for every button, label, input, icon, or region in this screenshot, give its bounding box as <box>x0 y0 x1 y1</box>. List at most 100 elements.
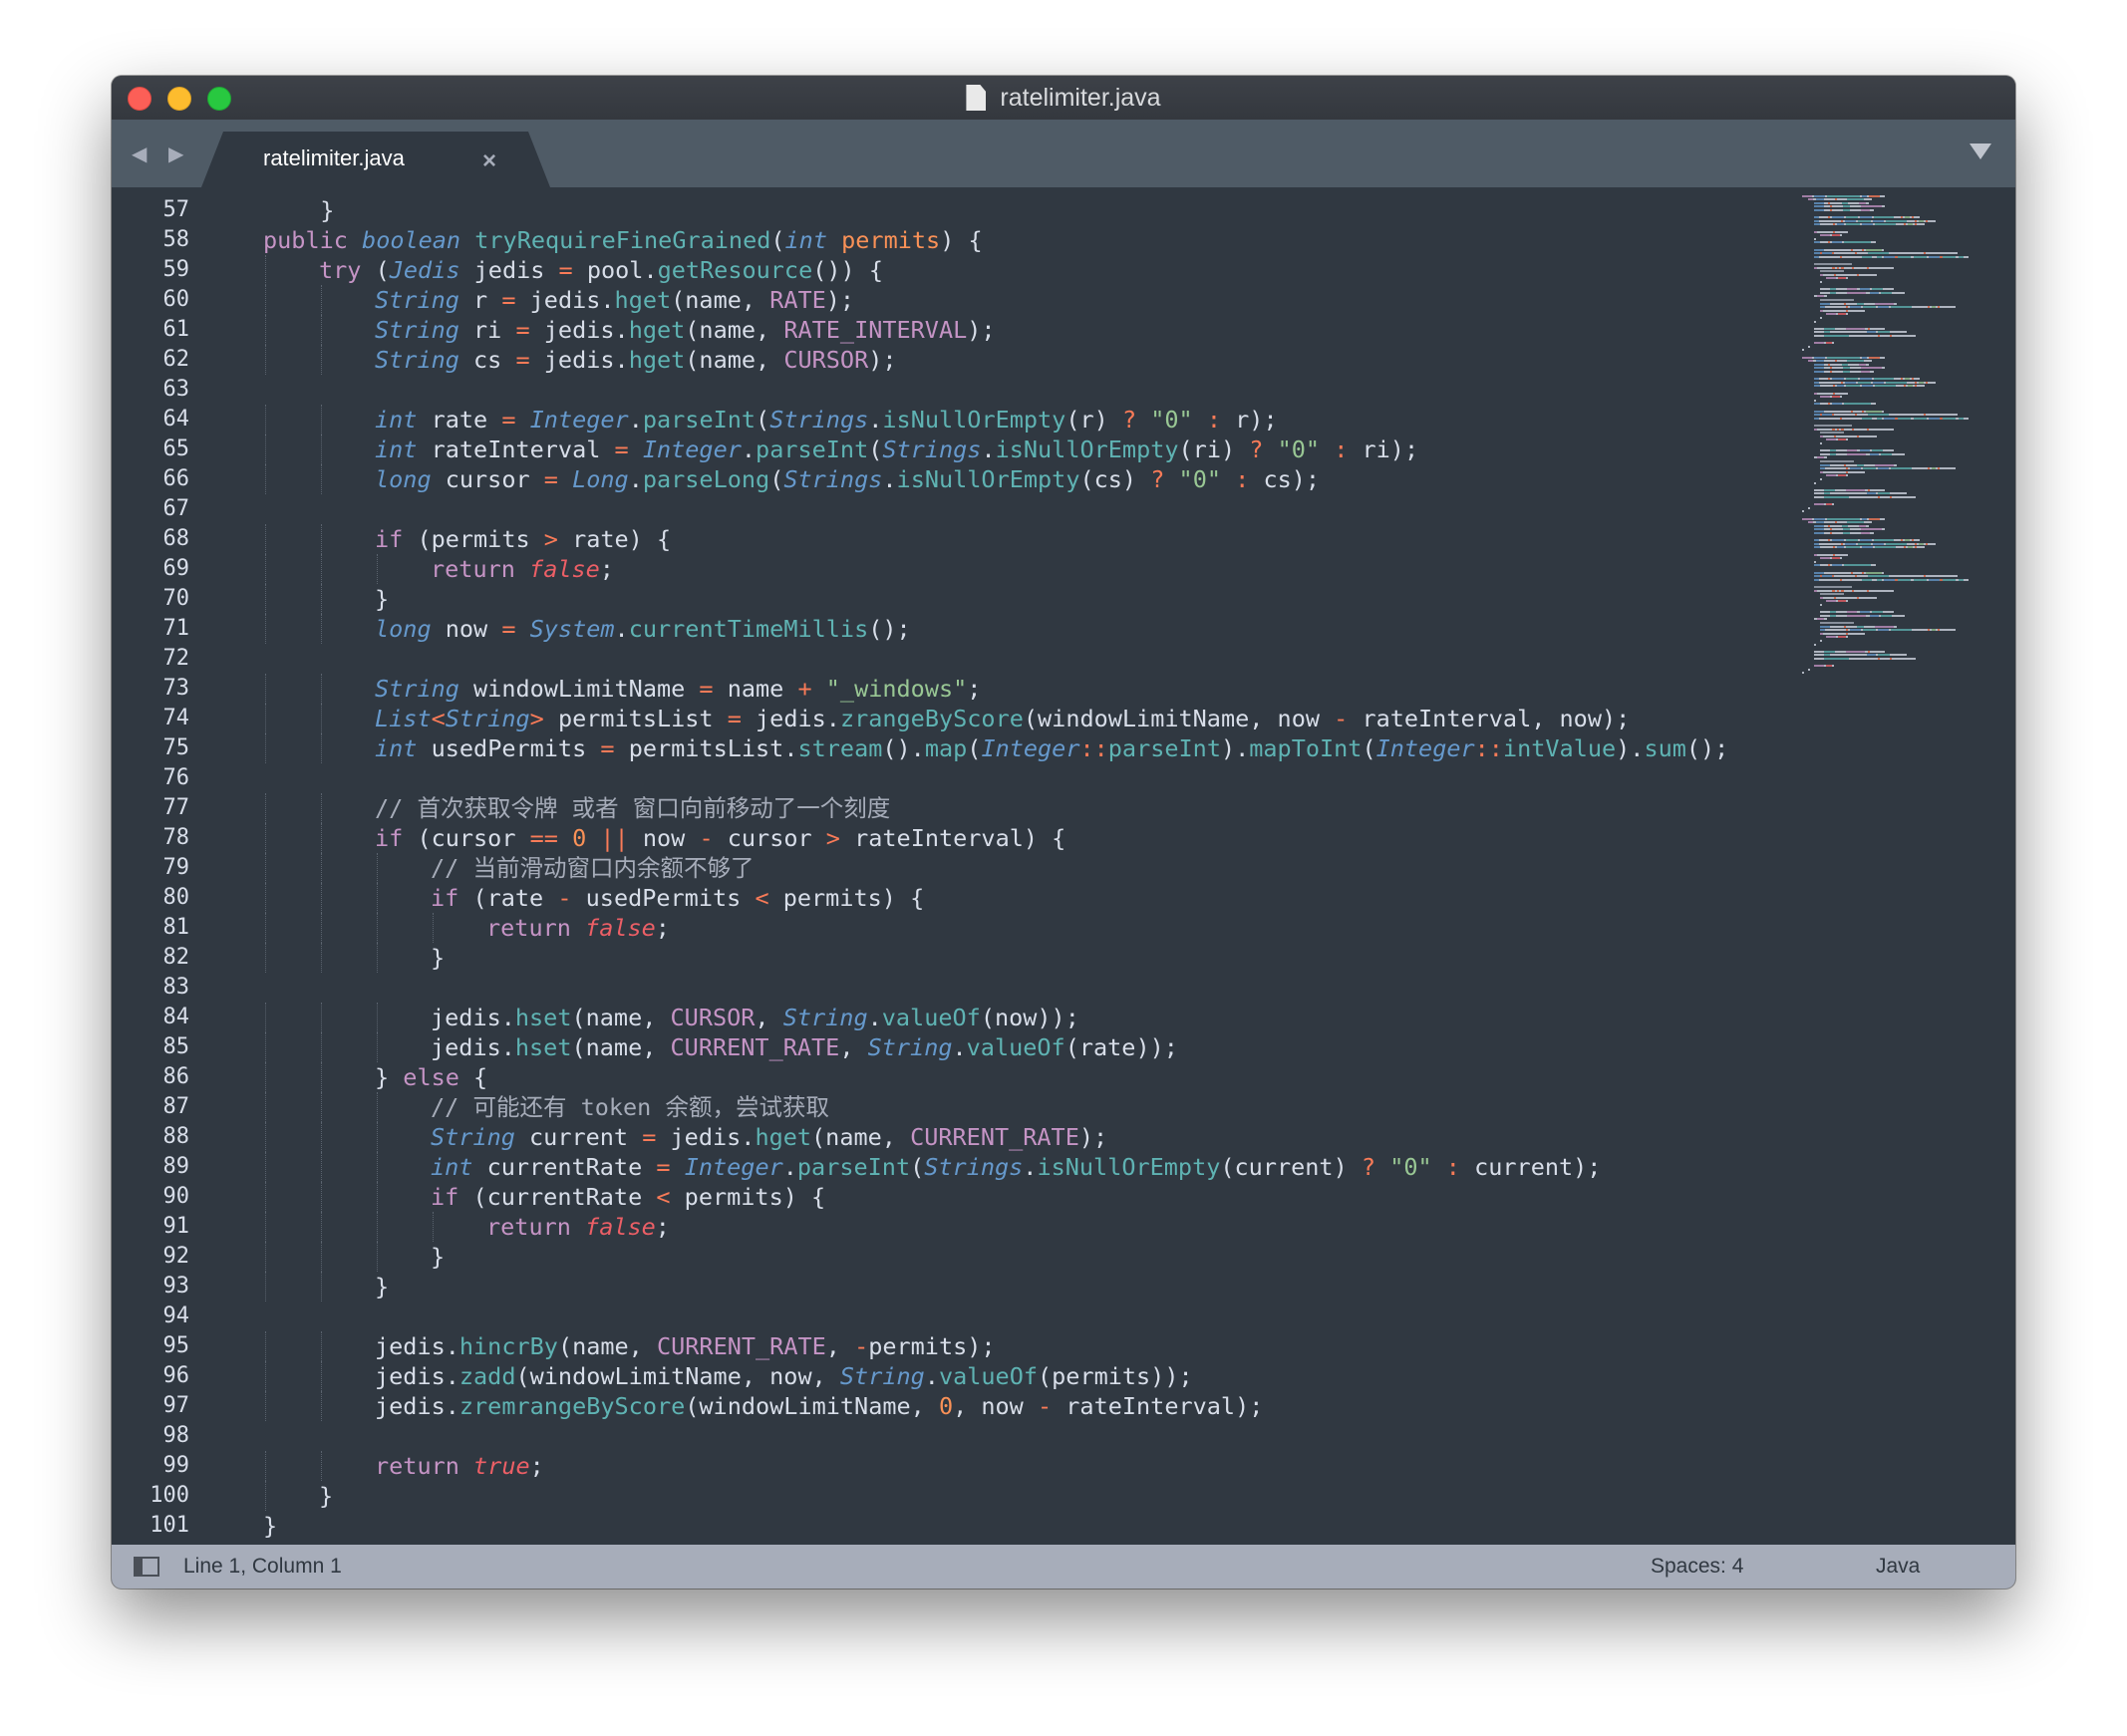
indent-guide <box>321 285 322 315</box>
cursor-position[interactable]: Line 1, Column 1 <box>183 1555 342 1579</box>
code-token: tryRequireFineGrained <box>474 226 771 254</box>
code-token: rateInterval, now); <box>1348 705 1631 732</box>
indent-guide <box>265 853 266 883</box>
minimap-line <box>1874 463 1894 466</box>
minimap-line <box>1878 654 1890 657</box>
code-token: String <box>445 705 530 732</box>
minimap-line <box>1837 360 1847 363</box>
minimap-line <box>1888 414 1924 417</box>
minimap-line <box>1814 237 1816 240</box>
code-token: . <box>1023 1153 1038 1181</box>
code-token: "0" <box>1389 1153 1432 1181</box>
code-token: int <box>784 226 827 254</box>
code-token: sum <box>1644 734 1686 762</box>
minimap-line <box>1928 578 1940 581</box>
code-line: // 可能还有 token 余额，尝试获取 <box>207 1092 1776 1122</box>
line-number: 58 <box>162 227 190 252</box>
minimap-line <box>1830 492 1867 495</box>
minimap-line <box>1836 291 1848 294</box>
minimap-line <box>1880 356 1886 359</box>
indent-guide <box>321 1003 322 1032</box>
tab-ratelimiter-java[interactable]: ratelimiter.java <box>201 132 550 187</box>
code-token: < <box>656 1183 671 1211</box>
minimap-line <box>1814 496 1824 498</box>
code-token: stream <box>797 734 883 762</box>
minimap-line <box>1814 363 1824 366</box>
minimap-line <box>1844 564 1872 567</box>
minimap-line <box>1817 392 1834 395</box>
code-token: jedis. <box>375 1362 459 1390</box>
code-token: ( <box>756 406 770 434</box>
document-icon <box>966 85 987 111</box>
minimap-line <box>1849 528 1861 531</box>
minimap-line <box>1862 629 1876 632</box>
code-editor[interactable]: 57 58 59 60 61 62 63 64 65 66 67 68 69 70 71 72 73 74 75 76… <box>112 187 2015 1545</box>
code-token: ; <box>655 1213 670 1241</box>
minimap[interactable] <box>1786 187 2015 745</box>
code-token: (). <box>882 734 925 762</box>
indent-guide <box>321 823 322 853</box>
indent-guide <box>321 1152 322 1182</box>
syntax-selector[interactable]: Java <box>1876 1555 1920 1579</box>
code-token: (); <box>868 615 911 643</box>
chevron-down-icon[interactable] <box>1970 144 1991 159</box>
minimap-line <box>1824 306 1846 309</box>
line-number: 101 <box>150 1513 189 1538</box>
code-area[interactable]: } public boolean tryRequireFineGrained(i… <box>207 187 1776 1545</box>
indentation-setting[interactable]: Spaces: 4 <box>1651 1555 1743 1579</box>
sidebar-toggle-icon[interactable] <box>134 1557 159 1577</box>
code-token: jedis. <box>529 316 629 344</box>
indent-guide <box>321 1242 322 1272</box>
code-token: cursor <box>713 824 826 852</box>
minimap-line <box>1802 510 1804 513</box>
minimap-line <box>1814 643 1816 646</box>
indent-guide <box>321 315 322 345</box>
minimap-line <box>1818 417 1840 420</box>
code-token: "0" <box>1277 435 1321 463</box>
minimap-line <box>1854 266 1867 269</box>
minimap-line <box>1881 291 1893 294</box>
minimap-line <box>1858 542 1872 545</box>
tab-close-icon[interactable]: × <box>482 147 496 175</box>
code-token: (name, <box>571 1033 671 1061</box>
code-token: rateInterval <box>417 435 615 463</box>
minimap-line <box>1854 428 1867 431</box>
minimap-line <box>1832 216 1844 219</box>
minimap-line <box>1845 385 1860 388</box>
indent-guide <box>433 1212 434 1242</box>
minimap-line <box>1820 449 1830 452</box>
code-token: int <box>375 406 418 434</box>
minimap-line <box>1882 449 1894 452</box>
minimap-line <box>1814 248 1824 251</box>
minimap-line <box>1820 299 1854 301</box>
indent-guide <box>265 1331 266 1361</box>
minimap-line <box>1907 219 1916 222</box>
minimap-line <box>1826 636 1836 639</box>
tab-navigation-arrows[interactable]: ◀ ▶ <box>132 142 191 166</box>
line-number: 77 <box>162 795 190 820</box>
minimap-line <box>1875 223 1896 226</box>
code-token: - <box>557 884 572 912</box>
minimap-line <box>1860 288 1870 291</box>
code-token: ; <box>967 675 982 703</box>
minimap-line <box>1829 625 1844 628</box>
minimap-line <box>1822 414 1832 417</box>
minimap-line <box>1875 546 1896 549</box>
minimap-line <box>1852 410 1863 413</box>
minimap-line <box>1814 209 1824 211</box>
minimap-line <box>1835 392 1848 395</box>
code-line: jedis.hset(name, CURSOR, String.valueOf(… <box>207 1003 1776 1032</box>
code-token: (windowLimitName, <box>685 1392 939 1420</box>
code-line: } <box>207 1481 1776 1511</box>
minimap-line <box>1837 521 1847 524</box>
minimap-line <box>1896 546 1904 549</box>
minimap-line <box>1845 600 1848 603</box>
minimap-line <box>1891 496 1916 498</box>
code-token: ? <box>1121 406 1137 434</box>
indent-guide <box>265 1122 266 1152</box>
minimap-line <box>1866 492 1877 495</box>
minimap-line <box>1862 385 1874 388</box>
